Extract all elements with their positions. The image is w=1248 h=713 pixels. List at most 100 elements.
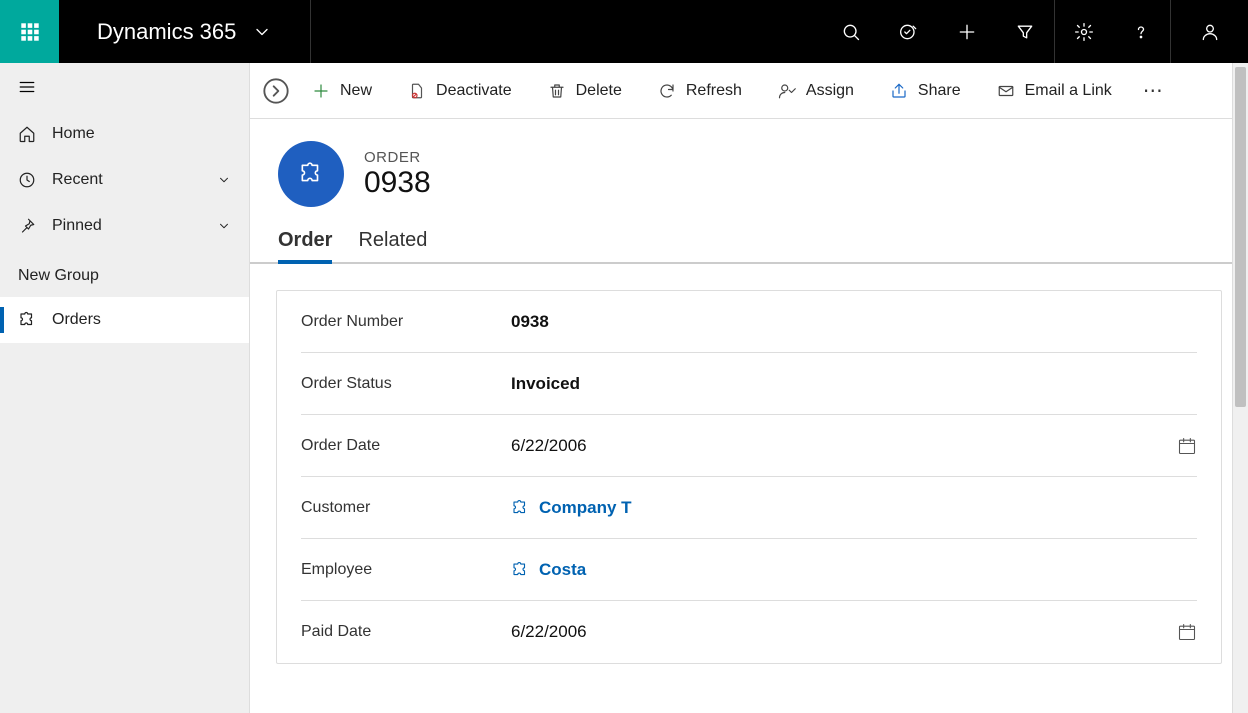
order-date-picker[interactable]	[1177, 436, 1197, 456]
search-button[interactable]	[822, 0, 880, 63]
share-label: Share	[918, 82, 961, 100]
field-order-date: Order Date 6/22/2006	[301, 415, 1197, 477]
record-avatar	[278, 141, 344, 207]
task-button[interactable]	[880, 0, 938, 63]
puzzle-icon	[18, 311, 36, 329]
pin-icon	[18, 217, 36, 235]
order-date-value[interactable]: 6/22/2006	[511, 436, 1177, 456]
customer-value[interactable]: Company T	[511, 498, 1197, 518]
paid-date-label: Paid Date	[301, 623, 511, 641]
brand-switcher[interactable]: Dynamics 365	[59, 0, 311, 63]
more-commands-button[interactable]: ⋯	[1134, 78, 1174, 103]
main: New Deactivate Delete Refresh Assign Sha…	[250, 63, 1248, 713]
share-button[interactable]: Share	[876, 74, 975, 108]
gear-icon	[1074, 22, 1094, 42]
back-button[interactable]	[262, 77, 290, 105]
sidebar-pinned[interactable]: Pinned	[0, 203, 249, 249]
hamburger-icon	[18, 78, 36, 96]
email-label: Email a Link	[1025, 82, 1112, 100]
deactivate-icon	[408, 82, 426, 100]
chevron-right-circle-icon	[262, 77, 290, 105]
record-title: 0938	[364, 166, 431, 199]
tab-order[interactable]: Order	[278, 221, 332, 262]
help-icon	[1131, 22, 1151, 42]
funnel-icon	[1015, 22, 1035, 42]
puzzle-icon	[511, 499, 529, 517]
order-status-label: Order Status	[301, 375, 511, 393]
puzzle-icon	[298, 161, 324, 187]
assign-label: Assign	[806, 82, 854, 100]
assign-icon	[778, 82, 796, 100]
customer-link-text: Company T	[539, 498, 632, 518]
sidebar-orders-label: Orders	[52, 311, 101, 329]
email-icon	[997, 82, 1015, 100]
waffle-icon	[19, 21, 41, 43]
sidebar-orders[interactable]: Orders	[0, 297, 249, 343]
form: Order Number 0938 Order Status Invoiced …	[250, 264, 1248, 713]
new-button[interactable]: New	[298, 74, 386, 108]
add-button[interactable]	[938, 0, 996, 63]
order-date-label: Order Date	[301, 437, 511, 455]
customer-label: Customer	[301, 499, 511, 517]
sidebar-recent-label: Recent	[52, 171, 103, 189]
record-type-label: ORDER	[364, 149, 431, 166]
form-card: Order Number 0938 Order Status Invoiced …	[276, 290, 1222, 664]
employee-label: Employee	[301, 561, 511, 579]
refresh-button[interactable]: Refresh	[644, 74, 756, 108]
plus-icon	[312, 82, 330, 100]
sidebar-home[interactable]: Home	[0, 111, 249, 157]
search-icon	[841, 22, 861, 42]
sidebar: Home Recent Pinned New Group Orders	[0, 63, 250, 713]
plus-icon	[957, 22, 977, 42]
help-button[interactable]	[1112, 0, 1170, 63]
chevron-down-icon	[252, 22, 272, 42]
sidebar-toggle[interactable]	[0, 63, 249, 111]
sidebar-recent[interactable]: Recent	[0, 157, 249, 203]
field-order-status: Order Status Invoiced	[301, 353, 1197, 415]
employee-value[interactable]: Costa	[511, 560, 1197, 580]
brand-label: Dynamics 365	[97, 19, 236, 45]
field-employee: Employee Costa	[301, 539, 1197, 601]
settings-button[interactable]	[1054, 0, 1112, 63]
email-button[interactable]: Email a Link	[983, 74, 1126, 108]
employee-link-text: Costa	[539, 560, 586, 580]
paid-date-value[interactable]: 6/22/2006	[511, 622, 1177, 642]
app-launcher-button[interactable]	[0, 0, 59, 63]
scrollbar[interactable]	[1232, 63, 1248, 713]
chevron-down-icon	[217, 173, 231, 187]
tabs: Order Related	[250, 221, 1248, 264]
task-icon	[899, 22, 919, 42]
calendar-icon	[1177, 436, 1197, 456]
trash-icon	[548, 82, 566, 100]
order-number-value[interactable]: 0938	[511, 312, 1197, 332]
clock-icon	[18, 171, 36, 189]
share-icon	[890, 82, 908, 100]
refresh-icon	[658, 82, 676, 100]
new-label: New	[340, 82, 372, 100]
record-header: ORDER 0938	[250, 119, 1248, 221]
chevron-down-icon	[217, 219, 231, 233]
account-button[interactable]	[1170, 0, 1248, 63]
field-order-number: Order Number 0938	[301, 291, 1197, 353]
refresh-label: Refresh	[686, 82, 742, 100]
deactivate-label: Deactivate	[436, 82, 512, 100]
puzzle-icon	[511, 561, 529, 579]
assign-button[interactable]: Assign	[764, 74, 868, 108]
tab-related[interactable]: Related	[358, 221, 427, 262]
order-status-value[interactable]: Invoiced	[511, 374, 1197, 394]
deactivate-button[interactable]: Deactivate	[394, 74, 526, 108]
command-bar: New Deactivate Delete Refresh Assign Sha…	[250, 63, 1248, 119]
home-icon	[18, 125, 36, 143]
filter-button[interactable]	[996, 0, 1054, 63]
topbar: Dynamics 365	[0, 0, 1248, 63]
sidebar-pinned-label: Pinned	[52, 217, 102, 235]
calendar-icon	[1177, 622, 1197, 642]
paid-date-picker[interactable]	[1177, 622, 1197, 642]
field-paid-date: Paid Date 6/22/2006	[301, 601, 1197, 663]
sidebar-home-label: Home	[52, 125, 95, 143]
person-icon	[1200, 22, 1220, 42]
field-customer: Customer Company T	[301, 477, 1197, 539]
sidebar-group-label: New Group	[0, 249, 249, 297]
delete-button[interactable]: Delete	[534, 74, 636, 108]
scrollbar-thumb[interactable]	[1235, 67, 1246, 407]
